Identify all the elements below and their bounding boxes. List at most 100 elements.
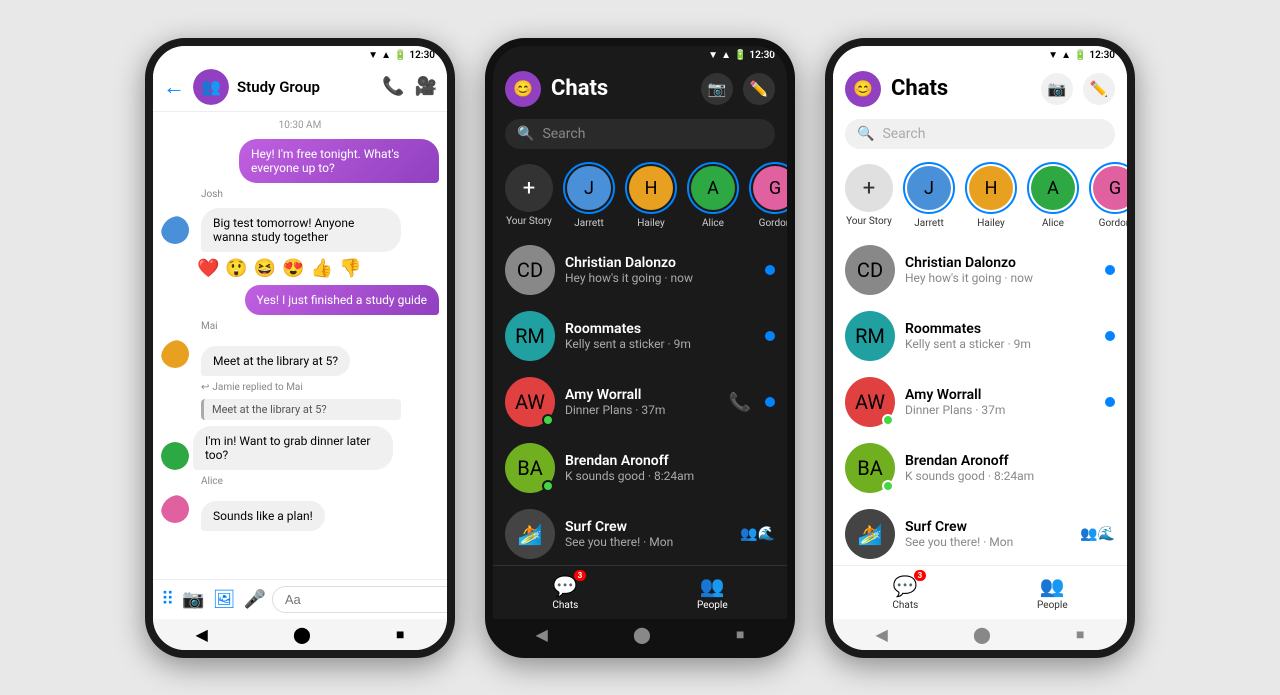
- input-icons: ⠿ 📷 🖼 🎤: [161, 589, 266, 610]
- tab-people-dark[interactable]: 👥 People: [697, 574, 728, 611]
- chat-preview-christian-light: Hey how's it going · now: [905, 271, 1095, 285]
- chat-item-amy-dark[interactable]: AW Amy Worrall Dinner Plans · 37m 📞: [493, 369, 787, 435]
- people-tab-icon-dark: 👥: [700, 574, 725, 598]
- back-button[interactable]: ←: [163, 74, 185, 100]
- status-icons-1: ▼ ▲ 🔋 12:30: [368, 50, 435, 61]
- search-icon-dark: 🔍: [517, 126, 534, 142]
- battery-icon-3: 🔋: [1074, 50, 1086, 61]
- mic-icon[interactable]: 🎤: [243, 589, 265, 610]
- stories-row-dark: + Your Story J Jarrett H Hailey A Alice: [493, 157, 787, 238]
- camera-button-dark[interactable]: 📷: [701, 73, 733, 105]
- chat-info-christian-light: Christian Dalonzo Hey how's it going · n…: [905, 255, 1095, 285]
- android-back-2[interactable]: ◀: [536, 625, 548, 644]
- avatar-mai: [161, 340, 197, 376]
- search-bar-dark[interactable]: 🔍 Search: [505, 119, 775, 149]
- chat-item-brendan-light[interactable]: BA Brendan Aronoff K sounds good · 8:24a…: [833, 435, 1127, 501]
- tab-chats-dark[interactable]: 💬 3 Chats: [552, 574, 578, 611]
- chat-item-christian-light[interactable]: CD Christian Dalonzo Hey how's it going …: [833, 237, 1127, 303]
- chat-list-light: CD Christian Dalonzo Hey how's it going …: [833, 237, 1127, 565]
- bubble-josh: Big test tomorrow! Anyone wanna study to…: [201, 208, 401, 252]
- message-input[interactable]: [272, 586, 455, 613]
- android-home[interactable]: ⬤: [293, 625, 311, 644]
- chat-name-amy-light: Amy Worrall: [905, 387, 1095, 403]
- sender-alice: Alice: [201, 476, 439, 487]
- android-recent[interactable]: ■: [396, 626, 404, 643]
- grid-icon[interactable]: ⠿: [161, 589, 174, 610]
- story-avatar-alice-light: A: [1031, 166, 1075, 210]
- user-avatar-dark[interactable]: 😊: [505, 71, 541, 107]
- chats-title-light: Chats: [891, 76, 1031, 101]
- chat-list-dark: CD Christian Dalonzo Hey how's it going …: [493, 237, 787, 565]
- chat-item-surf-light[interactable]: 🏄 Surf Crew See you there! · Mon 👥🌊: [833, 501, 1127, 565]
- avatar-roommates-light: RM: [845, 311, 895, 361]
- bubble-mai: Meet at the library at 5?: [201, 346, 350, 376]
- android-recent-2[interactable]: ■: [736, 626, 744, 643]
- wifi-icon: ▲: [381, 50, 391, 61]
- search-bar-light[interactable]: 🔍 Search: [845, 119, 1115, 149]
- chats-title-dark: Chats: [551, 76, 691, 101]
- chat-name-surf-dark: Surf Crew: [565, 519, 730, 535]
- tab-people-light[interactable]: 👥 People: [1037, 574, 1068, 611]
- android-recent-3[interactable]: ■: [1076, 626, 1084, 643]
- android-back[interactable]: ◀: [196, 625, 208, 644]
- people-tab-label-light: People: [1037, 600, 1068, 611]
- battery-icon-2: 🔋: [734, 50, 746, 61]
- chat-header-icons: 📞 🎥: [382, 76, 437, 97]
- reaction-wow: 😲: [225, 258, 247, 279]
- message-left-mai: Meet at the library at 5?: [161, 340, 439, 376]
- story-add-light[interactable]: + Your Story: [845, 164, 893, 227]
- chat-item-roommates-light[interactable]: RM Roommates Kelly sent a sticker · 9m: [833, 303, 1127, 369]
- status-icons-3: ▼ ▲ 🔋 12:30: [1048, 50, 1115, 61]
- story-hailey-light[interactable]: H Hailey: [965, 162, 1017, 229]
- message-bubble-right-1: Hey! I'm free tonight. What's everyone u…: [239, 139, 439, 183]
- call-icon-amy-dark[interactable]: 📞: [729, 392, 751, 413]
- camera-icon[interactable]: 📷: [182, 589, 204, 610]
- story-gordon-dark[interactable]: G Gordon: [749, 162, 787, 229]
- chat-input-bar: ⠿ 📷 🖼 🎤 😊 👍: [153, 579, 447, 619]
- chat-item-christian-dark[interactable]: CD Christian Dalonzo Hey how's it going …: [493, 237, 787, 303]
- chat-info-amy-dark: Amy Worrall Dinner Plans · 37m: [565, 387, 719, 417]
- video-call-icon[interactable]: 🎥: [415, 76, 437, 97]
- message-left-1: Big test tomorrow! Anyone wanna study to…: [161, 208, 439, 252]
- unread-dot-roommates-light: [1105, 331, 1115, 341]
- story-jarrett-light[interactable]: J Jarrett: [903, 162, 955, 229]
- android-home-3[interactable]: ⬤: [973, 625, 991, 644]
- chat-info-brendan-light: Brendan Aronoff K sounds good · 8:24am: [905, 453, 1115, 483]
- signal-icon-3: ▼: [1048, 50, 1058, 61]
- story-label-gordon-light: Gordon: [1099, 218, 1127, 229]
- reply-bubble: Meet at the library at 5?: [201, 399, 401, 420]
- unread-dot-christian-dark: [765, 265, 775, 275]
- chat-item-brendan-dark[interactable]: BA Brendan Aronoff K sounds good · 8:24a…: [493, 435, 787, 501]
- time-2: 12:30: [749, 50, 775, 61]
- edit-button-dark[interactable]: ✏️: [743, 73, 775, 105]
- chat-item-surf-dark[interactable]: 🏄 Surf Crew See you there! · Mon 👥🌊: [493, 501, 787, 565]
- stories-row-light: + Your Story J Jarrett H Hailey A Alice: [833, 157, 1127, 238]
- search-placeholder-dark: Search: [542, 126, 585, 142]
- tab-chats-light[interactable]: 💬 3 Chats: [892, 574, 918, 611]
- android-back-3[interactable]: ◀: [876, 625, 888, 644]
- camera-button-light[interactable]: 📷: [1041, 73, 1073, 105]
- status-bar-2: ▼ ▲ 🔋 12:30: [493, 46, 787, 63]
- story-alice-dark[interactable]: A Alice: [687, 162, 739, 229]
- phone-call-icon[interactable]: 📞: [382, 76, 404, 97]
- android-home-2[interactable]: ⬤: [633, 625, 651, 644]
- message-left-jamie: I'm in! Want to grab dinner later too?: [161, 426, 439, 470]
- online-dot-amy-dark: [542, 414, 554, 426]
- reply-context: ↩ Jamie replied to Mai: [201, 382, 439, 393]
- chat-preview-amy-light: Dinner Plans · 37m: [905, 403, 1095, 417]
- signal-icon: ▼: [368, 50, 378, 61]
- story-gordon-light[interactable]: G Gordon: [1089, 162, 1127, 229]
- wifi-icon-3: ▲: [1061, 50, 1071, 61]
- avatar-josh: [161, 216, 197, 252]
- avatar-img-christian-dark: CD: [505, 245, 555, 295]
- edit-button-light[interactable]: ✏️: [1083, 73, 1115, 105]
- story-add-dark[interactable]: + Your Story: [505, 164, 553, 227]
- story-hailey-dark[interactable]: H Hailey: [625, 162, 677, 229]
- user-avatar-light[interactable]: 😊: [845, 71, 881, 107]
- chat-item-roommates-dark[interactable]: RM Roommates Kelly sent a sticker · 9m: [493, 303, 787, 369]
- story-alice-light[interactable]: A Alice: [1027, 162, 1079, 229]
- chat-item-amy-light[interactable]: AW Amy Worrall Dinner Plans · 37m: [833, 369, 1127, 435]
- story-avatar-hailey-dark: H: [629, 166, 673, 210]
- image-icon[interactable]: 🖼: [213, 589, 236, 610]
- story-jarrett-dark[interactable]: J Jarrett: [563, 162, 615, 229]
